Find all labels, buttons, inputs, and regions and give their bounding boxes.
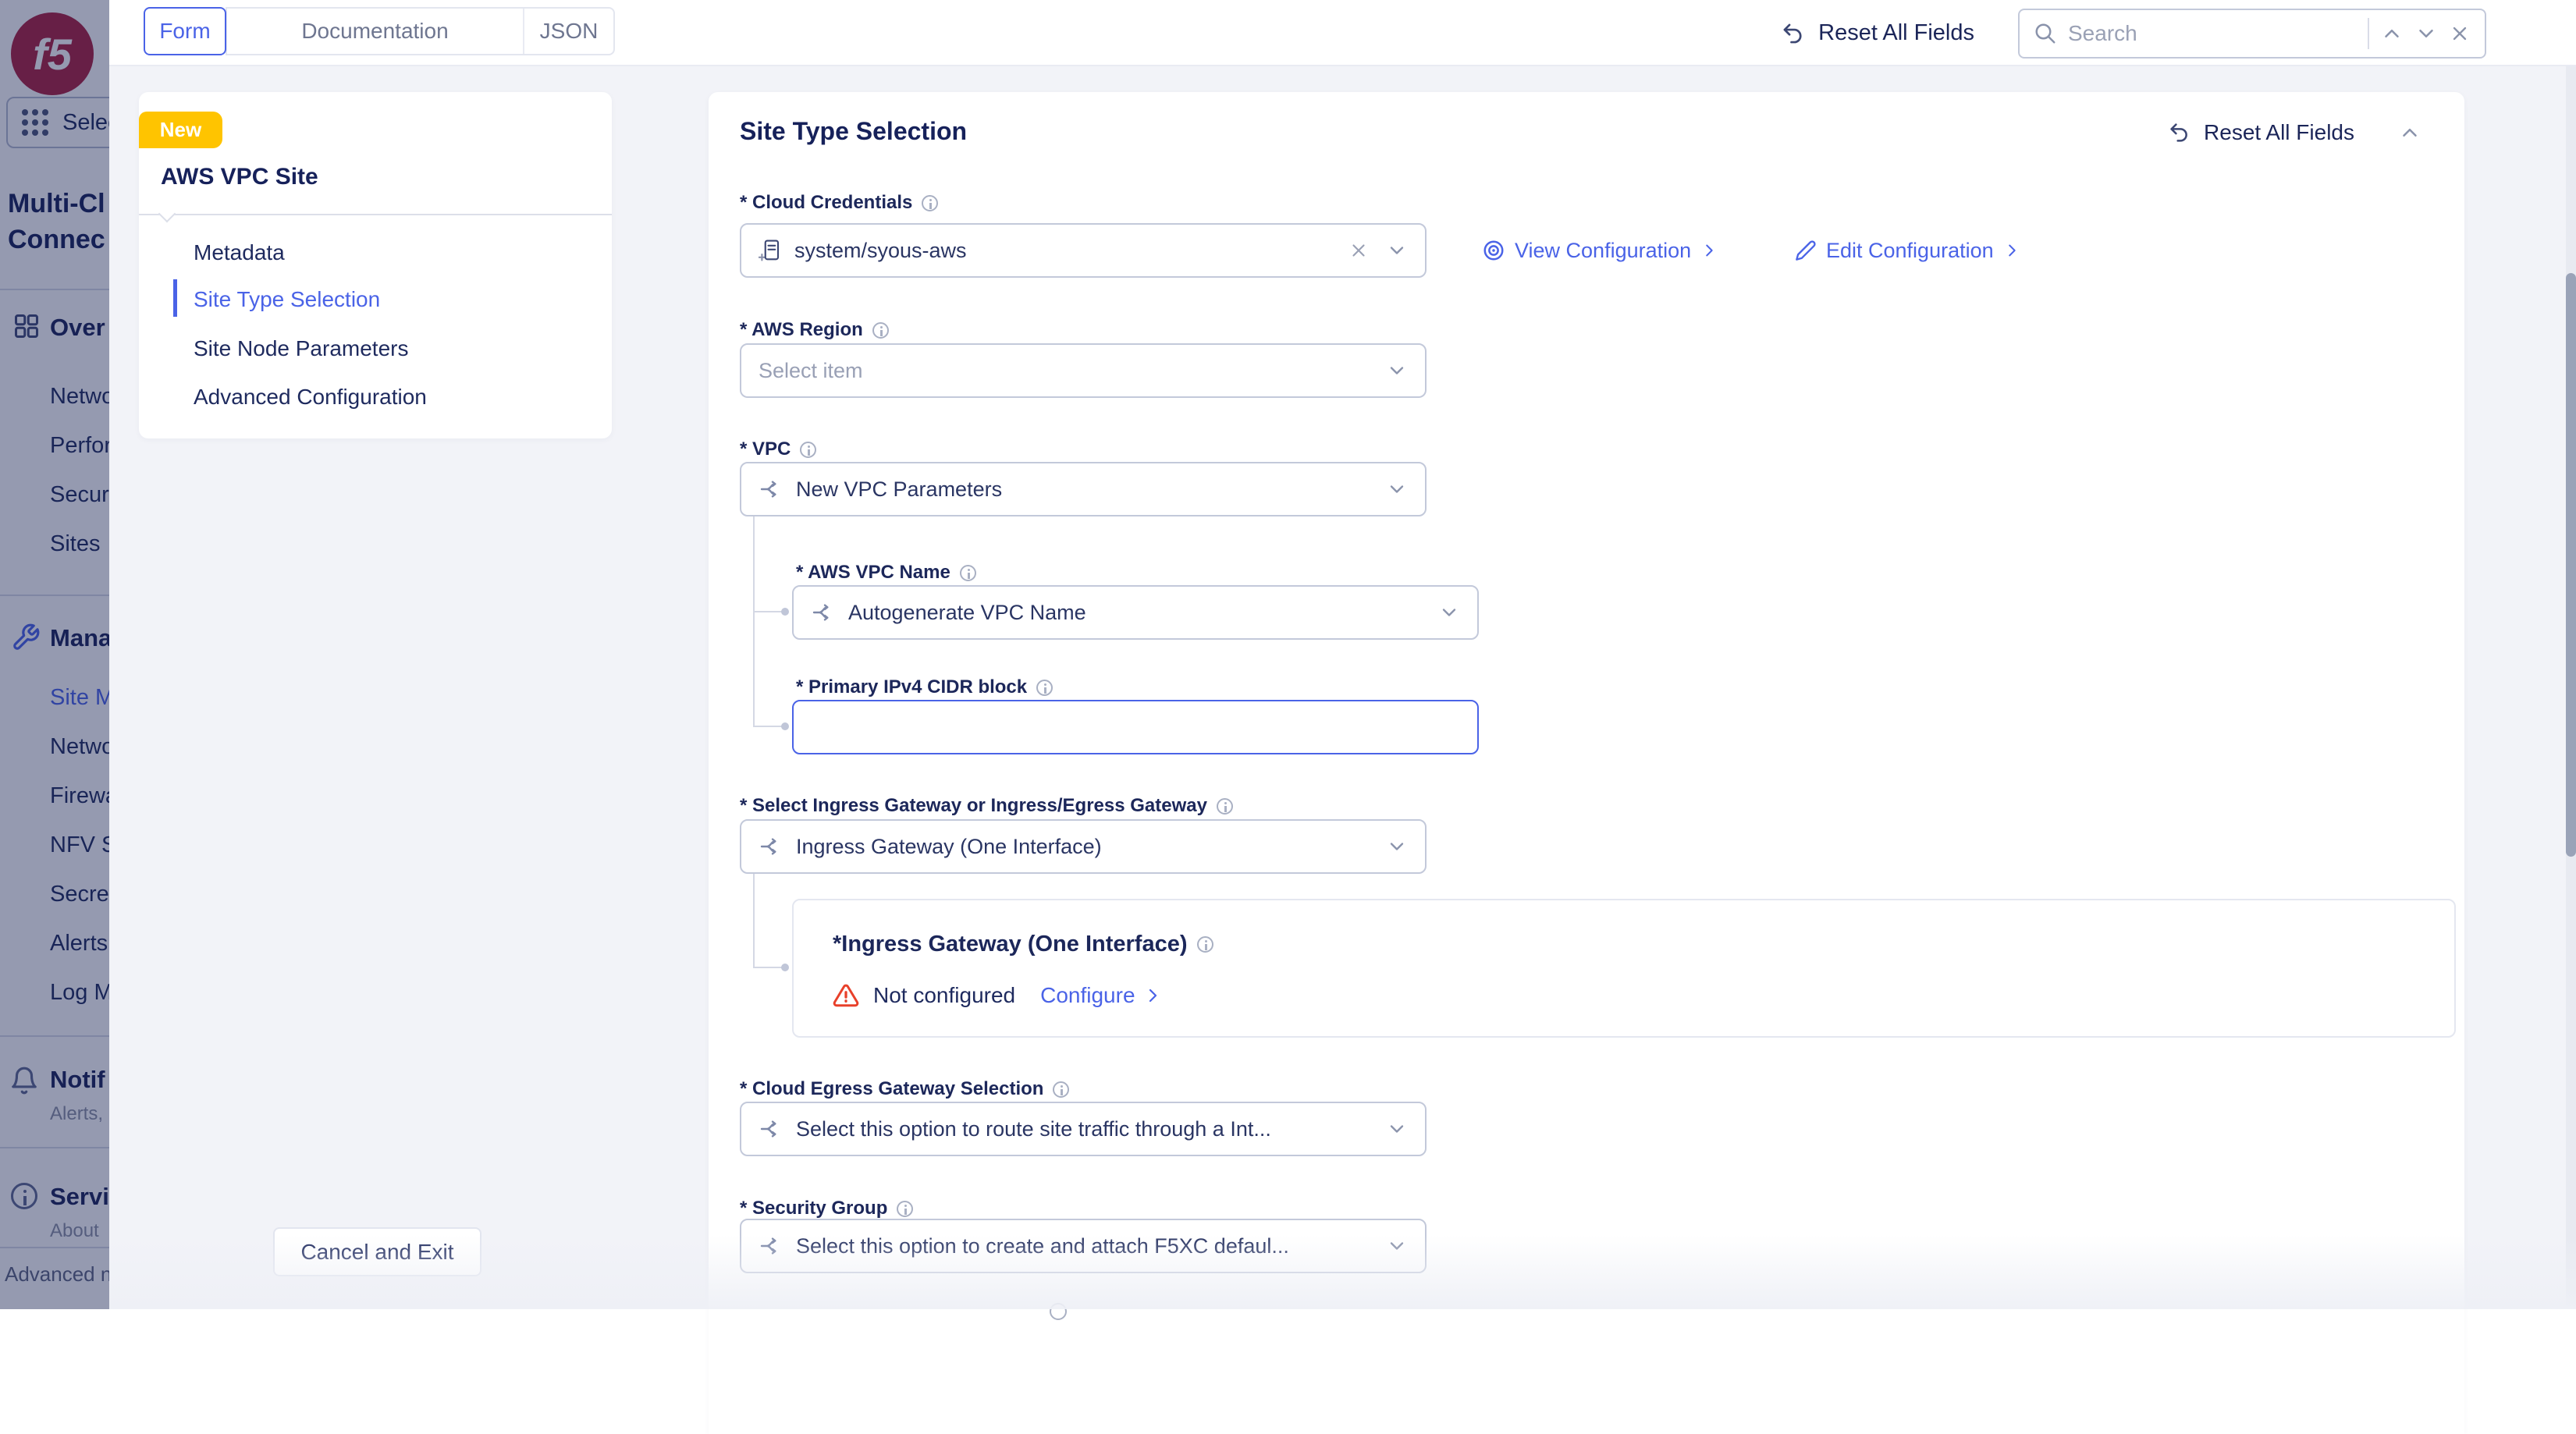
primary-ipv4-cidr-input[interactable] — [792, 700, 1479, 754]
create-site-modal: Form Documentation JSON Reset All Fields… — [109, 0, 2576, 1434]
aws-vpc-name-label: * AWS VPC Name — [796, 562, 976, 584]
tab-documentation[interactable]: Documentation — [227, 9, 524, 54]
clear-icon[interactable] — [1348, 240, 1369, 261]
branch-arrows-icon — [812, 604, 829, 621]
connector-line — [753, 611, 784, 612]
configure-link[interactable]: Configure — [1040, 983, 1161, 1008]
pencil-icon — [1796, 240, 1816, 261]
aws-region-label: * AWS Region — [740, 319, 889, 341]
branch-arrows-icon — [760, 481, 776, 498]
info-icon[interactable] — [872, 321, 889, 339]
eye-icon — [1483, 240, 1504, 261]
cloud-egress-gateway-select[interactable]: Select this option to route site traffic… — [740, 1102, 1427, 1156]
info-icon[interactable] — [1196, 936, 1213, 953]
wizard-step-metadata[interactable]: Metadata — [194, 240, 285, 265]
chevron-down-icon[interactable] — [1438, 602, 1460, 623]
branch-arrows-icon — [760, 838, 776, 855]
ingress-gateway-card: *Ingress Gateway (One Interface) Not con… — [792, 899, 2456, 1038]
reset-all-fields-button[interactable]: Reset All Fields — [1781, 20, 1974, 46]
vpc-select[interactable]: New VPC Parameters — [740, 462, 1427, 516]
info-icon[interactable] — [959, 564, 976, 581]
chevron-right-icon — [1149, 989, 1157, 1003]
not-configured-status: Not configured — [873, 983, 1016, 1007]
modal-dim-overlay — [0, 0, 109, 1309]
modal-content: New AWS VPC Site Metadata Site Type Sele… — [109, 66, 2576, 1434]
chevron-down-icon[interactable] — [1386, 1118, 1408, 1140]
chevron-down-icon[interactable] — [1386, 360, 1408, 382]
chevron-down-icon[interactable] — [1386, 478, 1408, 500]
vpc-label: * VPC — [740, 438, 817, 460]
chevron-right-icon — [1706, 244, 1713, 257]
cloud-egress-gateway-label: * Cloud Egress Gateway Selection — [740, 1078, 1070, 1100]
wizard-step-site-node-parameters[interactable]: Site Node Parameters — [194, 336, 408, 361]
divider — [2368, 17, 2369, 49]
info-icon[interactable] — [922, 194, 939, 211]
scrollbar-thumb[interactable] — [2566, 273, 2576, 857]
wizard-step-advanced-configuration[interactable]: Advanced Configuration — [194, 385, 427, 410]
new-badge: New — [139, 112, 222, 148]
primary-ipv4-cidr-label: * Primary IPv4 CIDR block — [796, 676, 1053, 698]
chevron-right-icon — [2008, 244, 2016, 257]
search-input[interactable] — [2068, 20, 2357, 46]
info-icon[interactable] — [897, 1200, 914, 1217]
wizard-step-site-type-selection[interactable]: Site Type Selection — [194, 287, 380, 312]
search-prev-icon[interactable] — [2380, 22, 2404, 45]
info-icon[interactable] — [1053, 1081, 1070, 1098]
bottom-fade — [109, 1235, 2576, 1309]
active-step-indicator — [173, 279, 177, 317]
wizard-title: AWS VPC Site — [161, 164, 318, 190]
chevron-down-icon[interactable] — [1386, 240, 1408, 261]
warning-triangle-icon — [833, 984, 859, 1007]
info-icon[interactable] — [800, 441, 817, 458]
modal-topbar: Form Documentation JSON Reset All Fields — [109, 0, 2576, 66]
aws-vpc-name-select[interactable]: Autogenerate VPC Name — [792, 585, 1479, 640]
info-icon[interactable] — [1216, 797, 1233, 815]
search-close-icon[interactable] — [2449, 23, 2471, 44]
connector-line — [753, 874, 755, 968]
security-group-label: * Security Group — [740, 1198, 914, 1219]
form-reset-all-fields[interactable]: Reset All Fields — [2168, 120, 2421, 145]
connector-line — [753, 967, 784, 968]
edit-configuration-link[interactable]: Edit Configuration — [1795, 223, 2020, 278]
divider — [139, 214, 612, 215]
connector-line — [753, 726, 784, 727]
branch-arrows-icon — [760, 1120, 776, 1138]
info-icon[interactable] — [1036, 679, 1053, 696]
ingress-gateway-select-label: * Select Ingress Gateway or Ingress/Egre… — [740, 795, 1233, 817]
search-box — [2018, 8, 2486, 59]
connector-line — [753, 516, 755, 727]
chevron-down-icon[interactable] — [1386, 836, 1408, 857]
site-type-selection-form: Site Type Selection Reset All Fields * C… — [709, 92, 2464, 1434]
connector-dot — [781, 608, 789, 616]
tab-json[interactable]: JSON — [524, 9, 613, 54]
ingress-card-title: *Ingress Gateway (One Interface) — [833, 932, 1213, 957]
credentials-doc-icon — [759, 240, 780, 261]
form-section-title: Site Type Selection — [740, 117, 968, 145]
wizard-nav-card: New AWS VPC Site Metadata Site Type Sele… — [139, 92, 612, 438]
search-next-icon[interactable] — [2414, 22, 2438, 45]
undo-icon — [1783, 23, 1802, 43]
ingress-gateway-select[interactable]: Ingress Gateway (One Interface) — [740, 819, 1427, 874]
connector-dot — [781, 964, 789, 971]
undo-icon — [2170, 123, 2187, 142]
cloud-credentials-select[interactable]: system/syous-aws — [740, 223, 1427, 278]
collapse-section-icon[interactable] — [2398, 121, 2421, 144]
cloud-credentials-label: * Cloud Credentials — [740, 192, 939, 214]
scrollbar-track[interactable] — [2566, 66, 2576, 1309]
tab-form[interactable]: Form — [144, 7, 226, 55]
view-configuration-link[interactable]: View Configuration — [1482, 223, 1718, 278]
tab-group: Documentation JSON — [226, 7, 615, 55]
connector-dot — [781, 722, 789, 730]
collapse-notch[interactable] — [158, 204, 176, 223]
search-icon — [2035, 23, 2055, 43]
aws-region-select[interactable]: Select item — [740, 343, 1427, 398]
